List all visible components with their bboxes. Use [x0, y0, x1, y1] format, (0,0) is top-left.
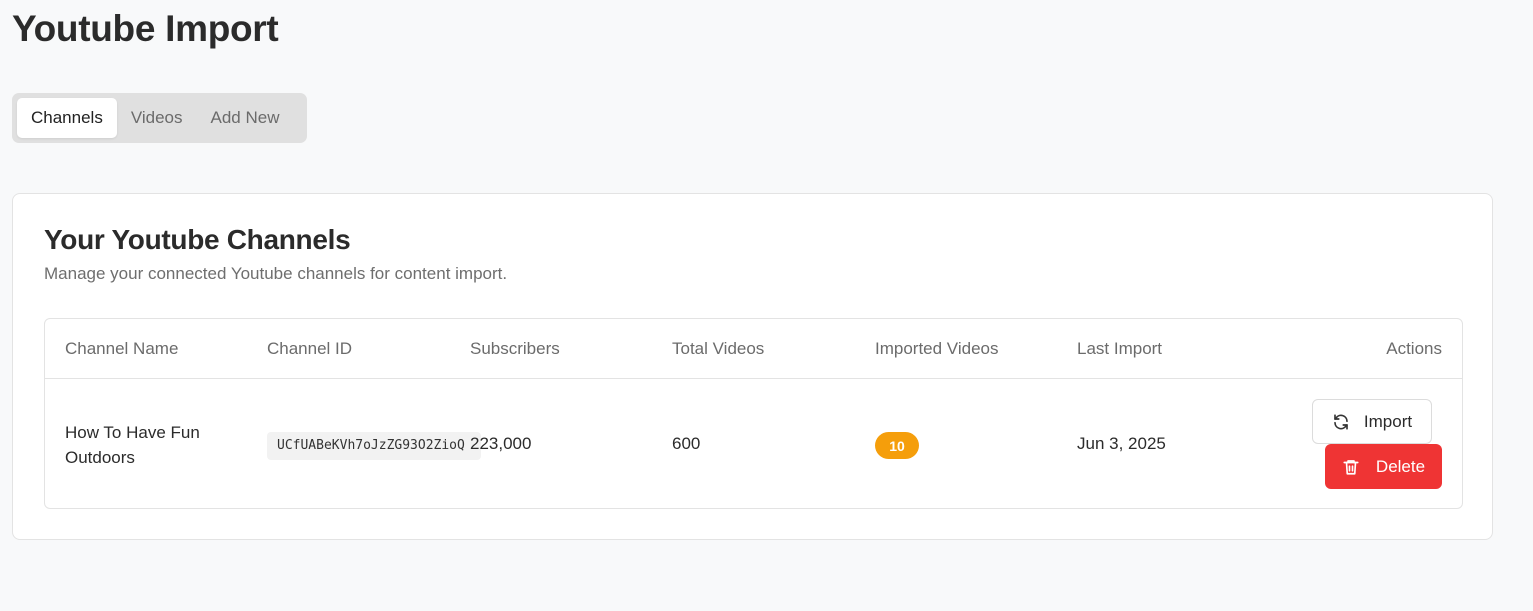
import-button[interactable]: Import: [1312, 399, 1432, 444]
channels-table: Channel Name Channel ID Subscribers Tota…: [44, 318, 1463, 509]
imported-videos-badge: 10: [875, 432, 919, 459]
header-subscribers: Subscribers: [470, 339, 560, 358]
channels-card: Your Youtube Channels Manage your connec…: [12, 193, 1493, 540]
header-imported-videos: Imported Videos: [875, 339, 999, 358]
total-videos-count: 600: [672, 434, 701, 453]
delete-button-label: Delete: [1375, 456, 1426, 476]
card-title: Your Youtube Channels: [44, 224, 351, 255]
tab-videos[interactable]: Videos: [117, 98, 197, 138]
delete-button[interactable]: Delete: [1325, 444, 1442, 489]
channel-name: How To Have Fun Outdoors: [65, 423, 200, 467]
table-row: How To Have Fun Outdoors UCfUABeKVh7oJzZ…: [45, 379, 1462, 509]
card-subtitle: Manage your connected Youtube channels f…: [44, 264, 508, 283]
page-title: Youtube Import: [12, 8, 279, 49]
header-channel-id: Channel ID: [267, 339, 353, 358]
header-actions: Actions: [1386, 339, 1442, 358]
subscribers-count: 223,000: [470, 434, 532, 453]
tab-bar: Channels Videos Add New: [12, 93, 307, 143]
last-import-date: Jun 3, 2025: [1077, 434, 1166, 453]
header-last-import: Last Import: [1077, 339, 1163, 358]
import-button-label: Import: [1363, 411, 1413, 431]
tab-add-new[interactable]: Add New: [197, 98, 294, 138]
header-channel-name: Channel Name: [65, 339, 179, 358]
table-header: Channel Name Channel ID Subscribers Tota…: [45, 319, 1462, 379]
trash-icon: [1342, 458, 1360, 476]
channel-id-code: UCfUABeKVh7oJzZG93O2ZioQ: [267, 432, 481, 460]
header-total-videos: Total Videos: [672, 339, 765, 358]
tab-channels[interactable]: Channels: [17, 98, 117, 138]
refresh-icon: [1332, 413, 1350, 431]
